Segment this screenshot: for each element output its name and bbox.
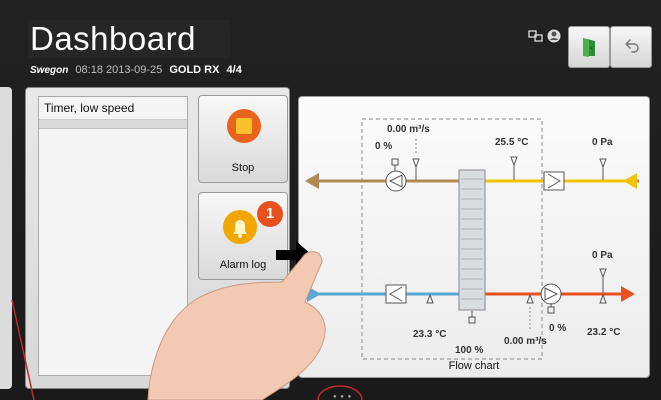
exit-button[interactable] [568,26,610,68]
bell-icon [223,210,257,244]
header: Dashboard Swegon 08:18 2013-09-25 GOLD R… [0,0,661,88]
stop-icon [227,109,261,143]
heat-exchanger-pct: 100 % [455,345,484,356]
flow-chart-label: Flow chart [448,360,500,372]
door-exit-icon [583,38,595,57]
brand-logo: Swegon [30,65,69,76]
extract-filter-icon [543,171,565,191]
list-item[interactable]: Timer, low speed [39,97,187,120]
extract-pressure-value: 0 Pa [592,137,613,148]
supply-fan-pct: 0 % [549,323,567,334]
alarm-log-button[interactable]: 1 Alarm log [198,192,288,280]
outdoor-temp-value: 23.3 °C [413,329,447,340]
exhaust-fan-pct: 0 % [375,141,393,152]
exhaust-flow-value: 0.00 m³/s [387,124,430,135]
previous-page-tab[interactable] [0,87,12,389]
timer-list: Timer, low speed [38,96,188,376]
page-title: Dashboard [30,20,196,57]
alarm-log-label: Alarm log [219,259,267,271]
unit-outline [361,118,543,360]
stop-button[interactable]: Stop [198,95,288,183]
system-icons [528,28,562,47]
back-button[interactable] [610,26,652,68]
outdoor-arrow-icon [307,286,321,302]
supply-arrow-icon [621,286,635,302]
page-dots: ● ● ● [333,394,353,400]
supply-temp-value: 23.2 °C [587,327,621,338]
exhaust-arrow-icon [305,173,319,189]
extract-arrow-icon [623,173,637,189]
extract-temp-value: 25.5 °C [495,137,529,148]
dashboard-screen: Dashboard Swegon 08:18 2013-09-25 GOLD R… [0,0,661,400]
status-line: Swegon 08:18 2013-09-25 GOLD RX 4/4 [30,64,242,76]
datetime: 08:18 2013-09-25 [75,64,163,76]
network-icon [528,29,561,43]
back-arrow-icon [625,39,639,53]
unit-model: GOLD RX [169,64,220,76]
supply-pressure-value: 0 Pa [592,250,613,261]
alarm-count-badge: 1 [257,201,283,227]
stop-button-label: Stop [231,162,255,174]
flow-chart-panel[interactable]: 0.00 m³/s 0 % 25.5 °C 0 Pa 0 Pa 23.3 °C … [298,96,650,378]
supply-flow-value: 0.00 m³/s [504,336,547,347]
timer-list-divider [39,120,187,129]
outdoor-filter-icon [385,284,407,304]
page-indicator: 4/4 [226,64,242,76]
